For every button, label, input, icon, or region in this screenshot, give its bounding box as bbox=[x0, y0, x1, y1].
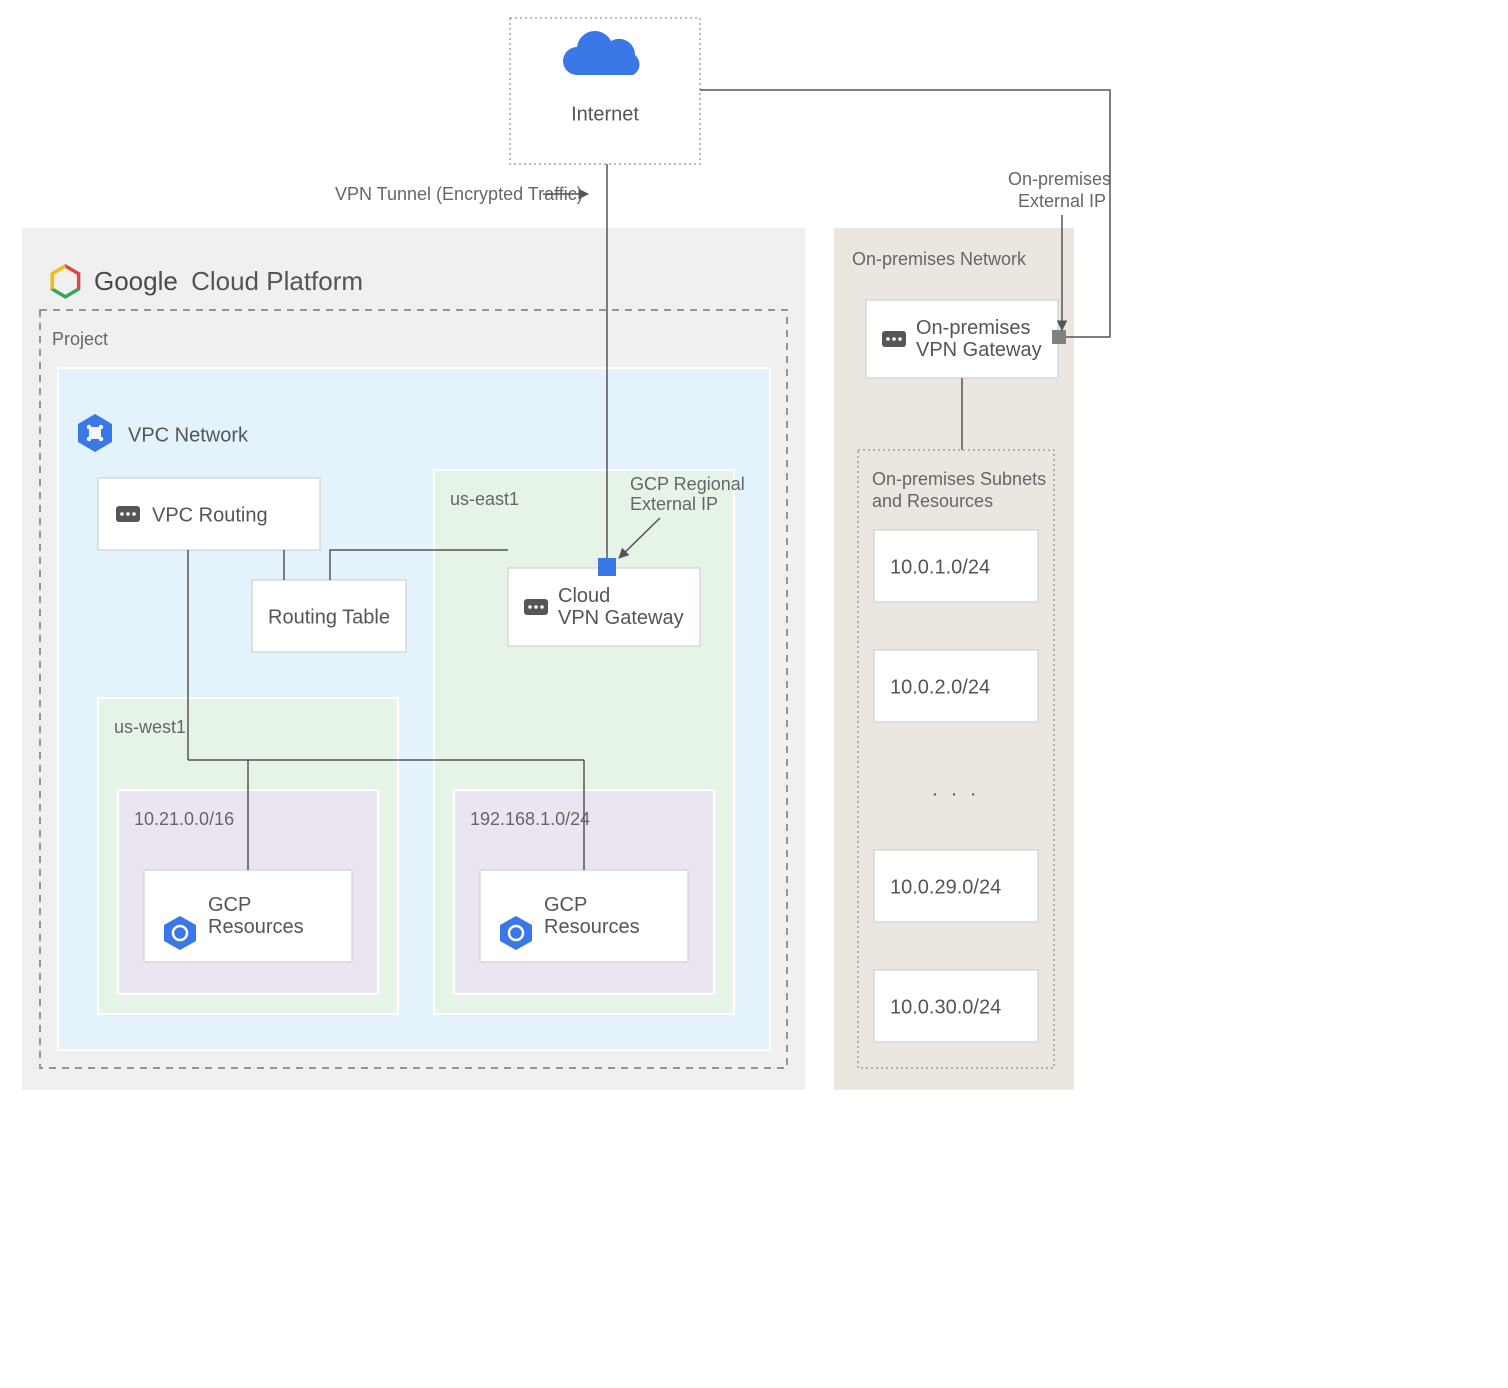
architecture-diagram: Internet VPN Tunnel (Encrypted Traffic) … bbox=[0, 0, 1508, 1388]
gcp-resources-west-node: GCP Resources bbox=[144, 870, 352, 962]
vpc-routing-node: VPC Routing bbox=[98, 478, 320, 550]
cloud-vpn-gateway-node: Cloud VPN Gateway bbox=[508, 558, 700, 646]
internet-label: Internet bbox=[571, 103, 639, 125]
gcp-panel: Google Cloud Platform Project VPC Networ… bbox=[22, 228, 805, 1090]
svg-text:10.0.30.0/24: 10.0.30.0/24 bbox=[890, 996, 1001, 1018]
region-west-label: us-west1 bbox=[114, 717, 186, 737]
router-icon bbox=[116, 506, 140, 522]
region-us-east1: us-east1 GCP Regional External IP bbox=[434, 470, 750, 1014]
gcp-resources-east-node: GCP Resources bbox=[480, 870, 688, 962]
svg-text:10.0.29.0/24: 10.0.29.0/24 bbox=[890, 876, 1001, 898]
onprem-subnet-3: 10.0.29.0/24 bbox=[874, 850, 1038, 922]
svg-text:On-premises External IP: On-premises External IP bbox=[1008, 169, 1116, 211]
onprem-subnet-4: 10.0.30.0/24 bbox=[874, 970, 1038, 1042]
routing-table-label: Routing Table bbox=[268, 606, 390, 628]
project-label: Project bbox=[52, 329, 108, 349]
onprem-ext-ip-label: On-premises External IP bbox=[1008, 169, 1116, 211]
vpc-network-label: VPC Network bbox=[128, 424, 249, 446]
onprem-subnets-ellipsis: . . . bbox=[932, 778, 980, 800]
subnet-east-label: 192.168.1.0/24 bbox=[470, 809, 590, 829]
onprem-subnet-2: 10.0.2.0/24 bbox=[874, 650, 1038, 722]
onprem-ext-ip-port bbox=[1052, 330, 1066, 344]
gateway-icon bbox=[882, 331, 906, 347]
svg-text:On-premises VPN Gatewa: On-premises VPN Gateway bbox=[916, 317, 1042, 361]
routing-table-node: Routing Table bbox=[252, 580, 406, 652]
subnet-west-label: 10.21.0.0/16 bbox=[134, 809, 234, 829]
gateway-icon bbox=[524, 599, 548, 615]
gcp-header: Google Cloud Platform bbox=[52, 266, 363, 297]
onprem-subnet-1: 10.0.1.0/24 bbox=[874, 530, 1038, 602]
onprem-header: On-premises Network bbox=[852, 249, 1027, 269]
svg-text:10.0.1.0/24: 10.0.1.0/24 bbox=[890, 556, 990, 578]
onprem-panel: On-premises Network On-premises VPN Gate… bbox=[834, 228, 1074, 1090]
gcp-external-ip-port bbox=[598, 558, 616, 576]
vpc-routing-label: VPC Routing bbox=[152, 504, 268, 526]
gcp-header-text: Google Cloud Platform bbox=[94, 266, 363, 296]
region-east-label: us-east1 bbox=[450, 489, 519, 509]
svg-text:10.0.2.0/24: 10.0.2.0/24 bbox=[890, 676, 990, 698]
internet-node: Internet bbox=[510, 18, 700, 164]
vpn-tunnel-label: VPN Tunnel (Encrypted Traffic) bbox=[335, 184, 588, 204]
onprem-vpn-gateway-node: On-premises VPN Gateway bbox=[866, 300, 1066, 378]
